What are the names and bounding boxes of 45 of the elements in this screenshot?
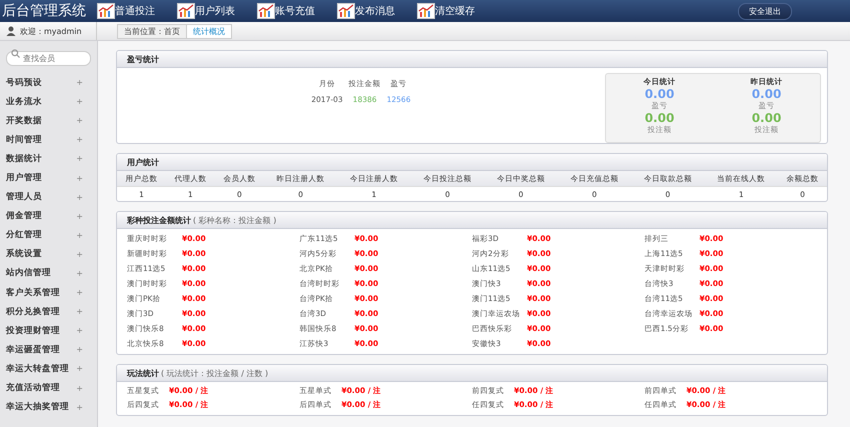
welcome-text: 欢迎：myadmin	[20, 26, 82, 36]
breadcrumb-link[interactable]: 当前位置：首页	[117, 24, 187, 38]
sidebar-item[interactable]: 投资理财管理	[6, 324, 60, 337]
sidebar-item[interactable]: 幸运大抽奖管理	[6, 401, 69, 414]
sidebar-item[interactable]: 用户管理	[6, 172, 42, 184]
panel-title: 玩法统计	[127, 368, 159, 378]
sidebar-item[interactable]: 客户关系管理	[6, 286, 60, 299]
profit-value: 0.00	[752, 87, 782, 101]
sidebar-item[interactable]: 时间管理	[6, 134, 42, 146]
bet-value: 0.00	[752, 111, 782, 125]
chart-icon	[417, 3, 435, 19]
logout-button[interactable]: 安全退出	[738, 2, 792, 20]
user-icon	[6, 26, 16, 36]
sidebar-item[interactable]: 系统设置	[6, 248, 42, 260]
breadcrumb-link[interactable]: 统计概况	[187, 24, 232, 38]
panel-title: 彩种投注金额统计	[127, 214, 191, 226]
panel-subtitle: ( 彩种名称：投注金额 )	[193, 214, 276, 226]
panel-title: 盈亏统计	[127, 54, 159, 64]
sidebar-item[interactable]: 佣金管理	[6, 210, 42, 222]
sidebar-item[interactable]: 分红管理	[6, 229, 42, 242]
app-title: 后台管理系统	[1, 2, 87, 20]
sidebar-item[interactable]: 充值活动管理	[6, 382, 60, 394]
sidebar-item[interactable]: 开奖数据	[6, 114, 42, 127]
sidebar-item[interactable]: 幸运大转盘管理	[6, 362, 69, 375]
chart-icon	[177, 3, 195, 19]
sidebar-item[interactable]: 站内信管理	[6, 267, 51, 280]
panel-title: 用户统计	[127, 156, 159, 168]
nav-button[interactable]: 用户列表	[177, 3, 257, 19]
search-field[interactable]: 查找会员	[6, 51, 91, 66]
nav-button[interactable]: 清空缓存	[417, 3, 497, 19]
nav-button[interactable]: 发布消息	[337, 3, 417, 19]
panel-subtitle: ( 玩法统计：投注金额 / 注数 )	[161, 368, 268, 378]
sidebar-item[interactable]: 积分兑换管理	[6, 306, 60, 318]
sidebar-item[interactable]: 幸运砸蛋管理	[6, 344, 60, 356]
sidebar-item[interactable]: 管理人员	[6, 191, 42, 204]
bet-value: 0.00	[644, 111, 674, 125]
chart-icon	[257, 3, 275, 19]
chart-icon	[337, 3, 355, 19]
profit-value: 0.00	[644, 87, 674, 101]
sidebar-item[interactable]: 号码预设	[6, 76, 42, 89]
sidebar-item[interactable]: 业务流水	[6, 96, 42, 108]
chart-icon	[97, 3, 115, 19]
nav-button[interactable]: 普通投注	[97, 3, 177, 19]
nav-button[interactable]: 账号充值	[257, 3, 337, 19]
sidebar-item[interactable]: 数据统计	[6, 152, 42, 165]
